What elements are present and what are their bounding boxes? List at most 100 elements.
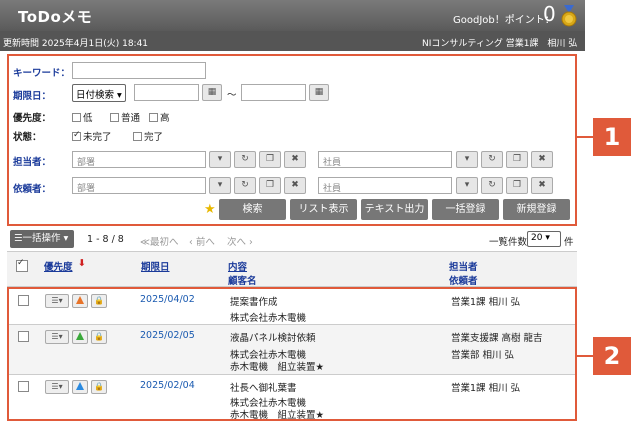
new-register-button[interactable]: 新規登録: [503, 199, 570, 220]
priority-high-icon[interactable]: [72, 294, 88, 308]
table-row[interactable]: ☰▾ 🔒 2025/02/05 液晶パネル検討依頼 株式会社赤木電機 赤木電機 …: [9, 325, 575, 375]
row-checkbox[interactable]: [18, 381, 29, 392]
task-due[interactable]: 2025/04/02: [140, 294, 195, 305]
task-requester: 営業部 相川 弘: [451, 350, 515, 361]
clear-icon[interactable]: ✖: [531, 177, 553, 194]
copy-icon[interactable]: ❐: [506, 151, 528, 168]
row-checkbox[interactable]: [18, 331, 29, 342]
due-select[interactable]: 日付検索 ▾: [72, 84, 126, 102]
reset-icon[interactable]: ↻: [234, 177, 256, 194]
callout-1: 1: [593, 118, 631, 156]
search-panel: キーワード： 期限日： 日付検索 ▾ ▦ ～ ▦ 優先度： 低 普通 高 状態：…: [7, 54, 577, 226]
list-view-button[interactable]: リスト表示: [290, 199, 357, 220]
due-column[interactable]: 期限日: [141, 259, 170, 273]
priority-label: 優先度：: [13, 113, 52, 124]
task-customer[interactable]: 株式会社赤木電機: [230, 310, 306, 324]
table-row[interactable]: ☰▾ 🔒 2025/02/04 社長へ御礼葉書 株式会社赤木電機 赤木電機 組立…: [9, 375, 575, 421]
task-due[interactable]: 2025/02/04: [140, 380, 195, 391]
reset-icon[interactable]: ↻: [481, 177, 503, 194]
calendar-icon[interactable]: ▦: [309, 84, 329, 101]
copy-icon[interactable]: ❐: [259, 177, 281, 194]
chevron-down-icon[interactable]: ▾: [456, 151, 478, 168]
due-from-input[interactable]: [134, 84, 199, 101]
next-page-link[interactable]: 次へ ›: [227, 234, 253, 248]
content-column[interactable]: 内容: [228, 259, 247, 273]
checkbox-icon[interactable]: [133, 132, 142, 141]
task-customer-sub[interactable]: 赤木電機 組立装置★: [230, 407, 324, 421]
first-page-link[interactable]: ≪最初へ: [140, 234, 178, 248]
calendar-icon[interactable]: ▦: [202, 84, 222, 101]
checkbox-icon[interactable]: [72, 130, 81, 141]
requester-dept-input[interactable]: 部署: [72, 177, 206, 194]
task-content[interactable]: 液晶パネル検討依頼: [230, 330, 316, 344]
assignee-column: 担当者: [449, 262, 478, 273]
text-export-button[interactable]: テキスト出力: [361, 199, 428, 220]
assignee-dept-input[interactable]: 部署: [72, 151, 206, 168]
customer-column: 顧客名: [228, 276, 257, 287]
priority-normal-label: 普通: [121, 113, 141, 124]
priority-low[interactable]: 低: [72, 110, 93, 124]
prev-page-link[interactable]: ‹ 前へ: [189, 234, 215, 248]
bulk-register-button[interactable]: 一括登録: [432, 199, 499, 220]
status-incomplete[interactable]: 未完了: [72, 129, 112, 143]
menu-icon[interactable]: ☰▾: [45, 294, 69, 308]
due-label: 期限日：: [13, 91, 52, 102]
task-assignee: 営業1課 相川 弘: [451, 297, 521, 308]
range-tilde: ～: [227, 90, 237, 101]
count-label: 一覧件数: [489, 237, 528, 248]
select-all-checkbox[interactable]: [16, 258, 28, 272]
lock-icon[interactable]: 🔒: [91, 330, 107, 344]
checkbox-icon[interactable]: [149, 113, 158, 122]
assignee-label: 担当者：: [13, 157, 52, 168]
search-button[interactable]: 検索: [219, 199, 286, 220]
assignee-emp-input[interactable]: 社員: [318, 151, 452, 168]
copy-icon[interactable]: ❐: [259, 151, 281, 168]
count-value: 20: [531, 233, 543, 243]
menu-icon[interactable]: ☰▾: [45, 380, 69, 394]
triangle-icon: [76, 332, 84, 340]
checkbox-icon[interactable]: [72, 113, 81, 122]
checkbox-icon[interactable]: [110, 113, 119, 122]
sort-down-icon[interactable]: ⬇: [78, 258, 86, 269]
copy-icon[interactable]: ❐: [506, 177, 528, 194]
lock-icon[interactable]: 🔒: [91, 294, 107, 308]
task-customer-sub[interactable]: 赤木電機 組立装置★: [230, 359, 324, 373]
reset-icon[interactable]: ↻: [234, 151, 256, 168]
keyword-label: キーワード：: [13, 68, 71, 79]
status-complete[interactable]: 完了: [133, 129, 163, 143]
chevron-down-icon[interactable]: ▾: [209, 151, 231, 168]
callout-line: [577, 355, 593, 357]
task-content[interactable]: 社長へ御礼葉書: [230, 380, 297, 394]
clear-icon[interactable]: ✖: [531, 151, 553, 168]
requester-label: 依頼者：: [13, 184, 52, 195]
clear-icon[interactable]: ✖: [284, 151, 306, 168]
task-due[interactable]: 2025/02/05: [140, 330, 195, 341]
lock-icon[interactable]: 🔒: [91, 380, 107, 394]
callout-line: [577, 136, 593, 138]
priority-normal-icon[interactable]: [72, 330, 88, 344]
requester-column: 依頼者: [449, 276, 478, 287]
row-checkbox[interactable]: [18, 295, 29, 306]
current-user: NIコンサルティング 営業1課 相川 弘: [422, 39, 578, 49]
table-row[interactable]: ☰▾ 🔒 2025/04/02 提案書作成 株式会社赤木電機 営業1課 相川 弘: [9, 289, 575, 325]
star-icon[interactable]: ★: [204, 202, 216, 217]
table-header: 優先度 ⬇ 期限日 内容 顧客名 担当者 依頼者: [7, 251, 577, 287]
menu-icon[interactable]: ☰▾: [45, 330, 69, 344]
task-list: ☰▾ 🔒 2025/04/02 提案書作成 株式会社赤木電機 営業1課 相川 弘…: [7, 287, 577, 421]
chevron-down-icon[interactable]: ▾: [209, 177, 231, 194]
priority-low-label: 低: [83, 113, 93, 124]
priority-high[interactable]: 高: [149, 110, 170, 124]
status-label: 状態：: [13, 132, 42, 143]
clear-icon[interactable]: ✖: [284, 177, 306, 194]
keyword-input[interactable]: [72, 62, 206, 79]
count-select[interactable]: 20 ▾: [527, 231, 561, 247]
bulk-action-button[interactable]: ☰一括操作 ▾: [10, 230, 74, 248]
reset-icon[interactable]: ↻: [481, 151, 503, 168]
priority-low-icon[interactable]: [72, 380, 88, 394]
requester-emp-input[interactable]: 社員: [318, 177, 452, 194]
chevron-down-icon[interactable]: ▾: [456, 177, 478, 194]
priority-column[interactable]: 優先度: [44, 259, 73, 273]
priority-normal[interactable]: 普通: [110, 110, 140, 124]
task-content[interactable]: 提案書作成: [230, 294, 278, 308]
due-to-input[interactable]: [241, 84, 306, 101]
